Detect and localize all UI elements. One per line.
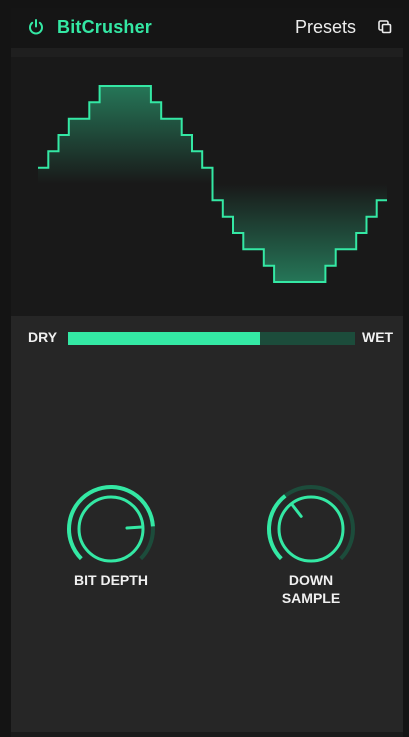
- down-sample-label: DOWN SAMPLE: [281, 572, 341, 606]
- down-sample-knob[interactable]: [266, 484, 356, 574]
- dry-wet-slider[interactable]: [68, 332, 355, 345]
- wet-label: WET: [362, 329, 394, 345]
- app-title: BitCrusher: [57, 17, 153, 37]
- dry-wet-slider-fill: [68, 332, 261, 345]
- power-icon[interactable]: [27, 18, 45, 36]
- copy-icon[interactable]: [377, 19, 393, 35]
- knob-indicator: [125, 525, 144, 530]
- bit-depth-label: BIT DEPTH: [74, 572, 148, 588]
- header-divider: [11, 48, 403, 57]
- waveform-graph: [38, 85, 387, 283]
- bitcrusher-plugin: BitCrusher Presets DRY WET BIT DEPTH DOW…: [0, 0, 409, 737]
- dry-label: DRY: [28, 329, 58, 345]
- knob-body: [277, 495, 345, 563]
- bit-depth-knob[interactable]: [66, 484, 156, 574]
- bottom-border: [11, 732, 403, 737]
- header-bar: BitCrusher Presets: [11, 8, 403, 48]
- presets-button[interactable]: Presets: [295, 17, 356, 38]
- waveform-display: [11, 57, 403, 316]
